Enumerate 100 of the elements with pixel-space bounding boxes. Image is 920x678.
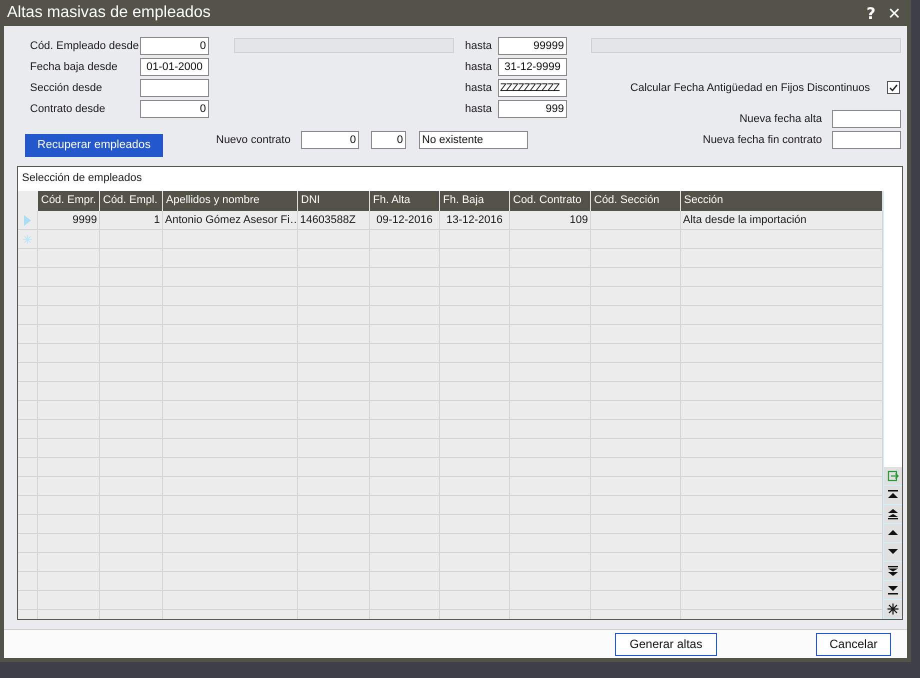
checkbox[interactable] bbox=[887, 81, 900, 94]
table-cell bbox=[100, 515, 163, 534]
table-cell bbox=[370, 420, 440, 439]
table-cell bbox=[100, 477, 163, 496]
table-cell bbox=[370, 553, 440, 572]
table-cell bbox=[38, 553, 100, 572]
to-field[interactable]: 999 bbox=[498, 100, 567, 118]
table-cell bbox=[38, 401, 100, 420]
table-cell bbox=[298, 534, 370, 553]
row-header[interactable] bbox=[18, 306, 38, 325]
table-cell bbox=[440, 496, 510, 515]
cancel-button[interactable]: Cancelar bbox=[816, 632, 891, 656]
to-field[interactable]: 31-12-9999 bbox=[498, 58, 567, 76]
table-cell bbox=[370, 230, 440, 249]
from-field[interactable]: 0 bbox=[140, 36, 209, 54]
table-cell bbox=[370, 306, 440, 325]
column-header[interactable]: Fh. Baja bbox=[440, 191, 510, 211]
close-button[interactable]: ✕ bbox=[884, 4, 905, 22]
row-header[interactable] bbox=[18, 591, 38, 610]
table-cell bbox=[440, 591, 510, 610]
table-cell bbox=[298, 458, 370, 477]
table-cell bbox=[370, 515, 440, 534]
row-header[interactable] bbox=[18, 401, 38, 420]
help-button[interactable]: ? bbox=[862, 4, 880, 22]
table-cell bbox=[100, 325, 163, 344]
table-cell bbox=[298, 477, 370, 496]
table-cell bbox=[440, 287, 510, 306]
row-header[interactable] bbox=[18, 572, 38, 591]
navigation-button[interactable] bbox=[884, 562, 902, 581]
header-corner bbox=[18, 191, 38, 211]
contract-field[interactable]: 0 bbox=[371, 131, 406, 149]
row-header[interactable] bbox=[18, 496, 38, 515]
navigation-button[interactable] bbox=[884, 581, 902, 600]
row-header[interactable] bbox=[18, 420, 38, 439]
table-cell bbox=[440, 382, 510, 401]
row-header[interactable] bbox=[18, 287, 38, 306]
navigation-button[interactable] bbox=[884, 543, 902, 562]
column-header[interactable]: Sección bbox=[681, 191, 883, 211]
table-cell bbox=[38, 230, 100, 249]
contract-field[interactable]: 0 bbox=[301, 131, 359, 149]
column-header[interactable]: Cód. Sección bbox=[591, 191, 681, 211]
date-field[interactable] bbox=[832, 131, 901, 149]
table-cell bbox=[38, 477, 100, 496]
table-cell bbox=[100, 363, 163, 382]
table-cell bbox=[298, 401, 370, 420]
table-cell bbox=[370, 439, 440, 458]
row-header[interactable] bbox=[18, 458, 38, 477]
row-header[interactable] bbox=[18, 230, 38, 249]
contract-description-field[interactable]: No existente bbox=[419, 131, 528, 149]
table-cell bbox=[38, 534, 100, 553]
row-header[interactable] bbox=[18, 344, 38, 363]
table-cell bbox=[298, 382, 370, 401]
column-header[interactable]: Fh. Alta bbox=[370, 191, 440, 211]
row-header[interactable] bbox=[18, 382, 38, 401]
row-header[interactable] bbox=[18, 534, 38, 553]
row-header[interactable] bbox=[18, 363, 38, 382]
table-cell bbox=[370, 401, 440, 420]
field-label: hasta bbox=[465, 40, 493, 52]
navigation-button[interactable] bbox=[884, 600, 902, 619]
row-header[interactable] bbox=[18, 515, 38, 534]
table-cell bbox=[440, 420, 510, 439]
table-cell: Alta desde la importación bbox=[681, 211, 883, 230]
retrieve-button[interactable]: Recuperar empleados bbox=[25, 134, 163, 157]
column-header[interactable]: Apellidos y nombre bbox=[163, 191, 298, 211]
table-cell bbox=[440, 249, 510, 268]
column-header[interactable]: DNI bbox=[298, 191, 370, 211]
navigation-button[interactable] bbox=[884, 524, 902, 543]
column-header[interactable]: Cód. Empl. bbox=[100, 191, 163, 211]
to-field[interactable]: 99999 bbox=[498, 36, 567, 54]
table-cell bbox=[298, 249, 370, 268]
navigation-button[interactable] bbox=[884, 505, 902, 524]
column-header[interactable]: Cód. Empr. bbox=[38, 191, 100, 211]
table-cell bbox=[298, 287, 370, 306]
to-field[interactable]: ZZZZZZZZZZ bbox=[498, 78, 567, 96]
field-label: Sección desde bbox=[30, 82, 104, 94]
from-field[interactable]: 01-01-2000 bbox=[140, 58, 209, 76]
from-field[interactable] bbox=[140, 78, 209, 96]
table-cell bbox=[298, 306, 370, 325]
row-header[interactable] bbox=[18, 325, 38, 344]
row-header[interactable] bbox=[18, 553, 38, 572]
table-cell bbox=[298, 363, 370, 382]
date-field[interactable] bbox=[832, 110, 901, 128]
panel-title: Selección de empleados bbox=[21, 171, 143, 186]
navigation-button[interactable] bbox=[884, 486, 902, 505]
table-cell bbox=[100, 458, 163, 477]
row-header[interactable] bbox=[18, 268, 38, 287]
table-cell bbox=[370, 382, 440, 401]
row-header[interactable] bbox=[18, 439, 38, 458]
table-cell bbox=[370, 249, 440, 268]
table-cell bbox=[440, 439, 510, 458]
row-header[interactable] bbox=[18, 249, 38, 268]
column-header[interactable]: Cod. Contrato bbox=[510, 191, 591, 211]
row-header[interactable] bbox=[18, 211, 38, 230]
from-field[interactable]: 0 bbox=[140, 100, 209, 118]
table-cell bbox=[100, 287, 163, 306]
table-cell bbox=[38, 306, 100, 325]
row-header[interactable] bbox=[18, 477, 38, 496]
generate-button[interactable]: Generar altas bbox=[615, 632, 717, 656]
table-cell bbox=[100, 249, 163, 268]
table-cell: 1 bbox=[100, 211, 163, 230]
